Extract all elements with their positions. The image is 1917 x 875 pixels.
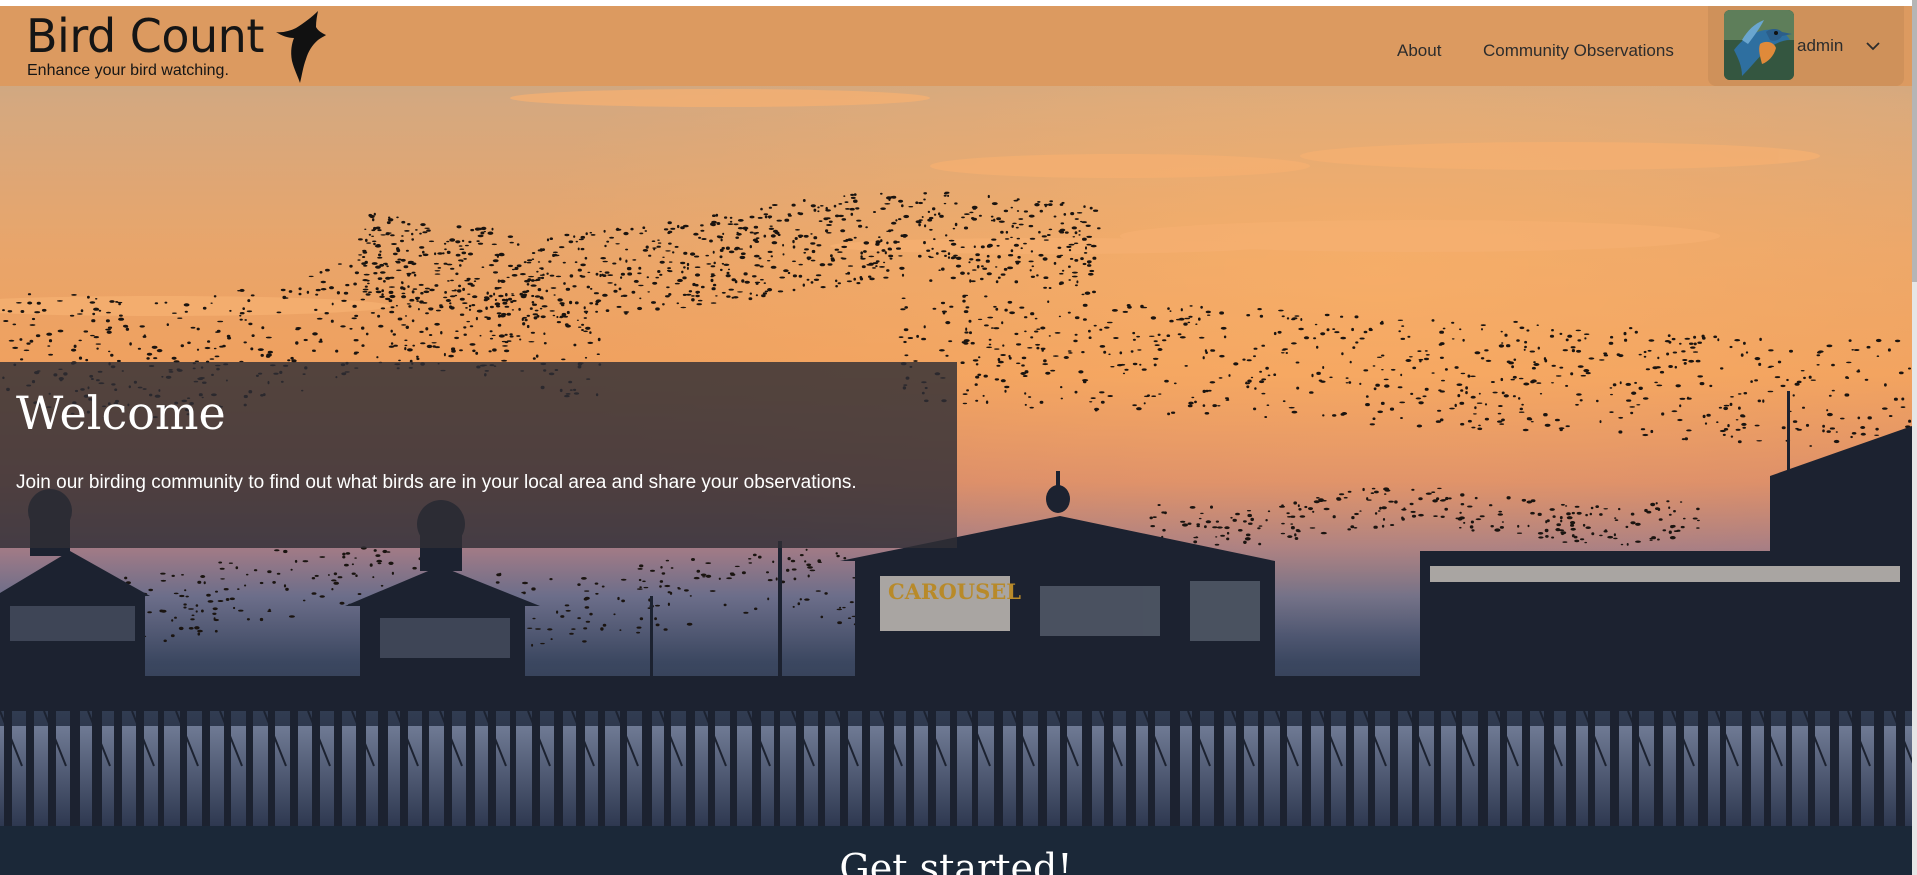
welcome-panel: Welcome Join our birding community to fi… bbox=[0, 362, 957, 548]
page: CAROUSEL Bird Count Enhance your bird wa… bbox=[0, 0, 1917, 875]
user-name: admin bbox=[1797, 36, 1844, 55]
brand-tagline: Enhance your bird watching. bbox=[27, 62, 229, 79]
swift-silhouette-icon bbox=[276, 11, 326, 83]
brand[interactable]: Bird Count Enhance your bird watching. bbox=[26, 9, 264, 79]
user-menu[interactable]: admin bbox=[1708, 6, 1904, 86]
welcome-text: Join our birding community to find out w… bbox=[16, 472, 857, 493]
get-started-section: Get started! bbox=[0, 826, 1912, 875]
chevron-down-icon[interactable] bbox=[1865, 40, 1881, 52]
welcome-title: Welcome bbox=[16, 386, 226, 440]
window-top-strip bbox=[0, 0, 1912, 6]
brand-title: Bird Count bbox=[26, 9, 264, 63]
navbar: Bird Count Enhance your bird watching. A… bbox=[0, 6, 1912, 86]
scrollbar-thumb[interactable] bbox=[1912, 0, 1917, 282]
nav-link-about[interactable]: About bbox=[1397, 41, 1441, 61]
pier-sign: CAROUSEL bbox=[888, 579, 1021, 604]
kingfisher-avatar bbox=[1724, 10, 1794, 80]
get-started-heading: Get started! bbox=[839, 846, 1073, 875]
nav-link-community-observations[interactable]: Community Observations bbox=[1483, 41, 1674, 61]
